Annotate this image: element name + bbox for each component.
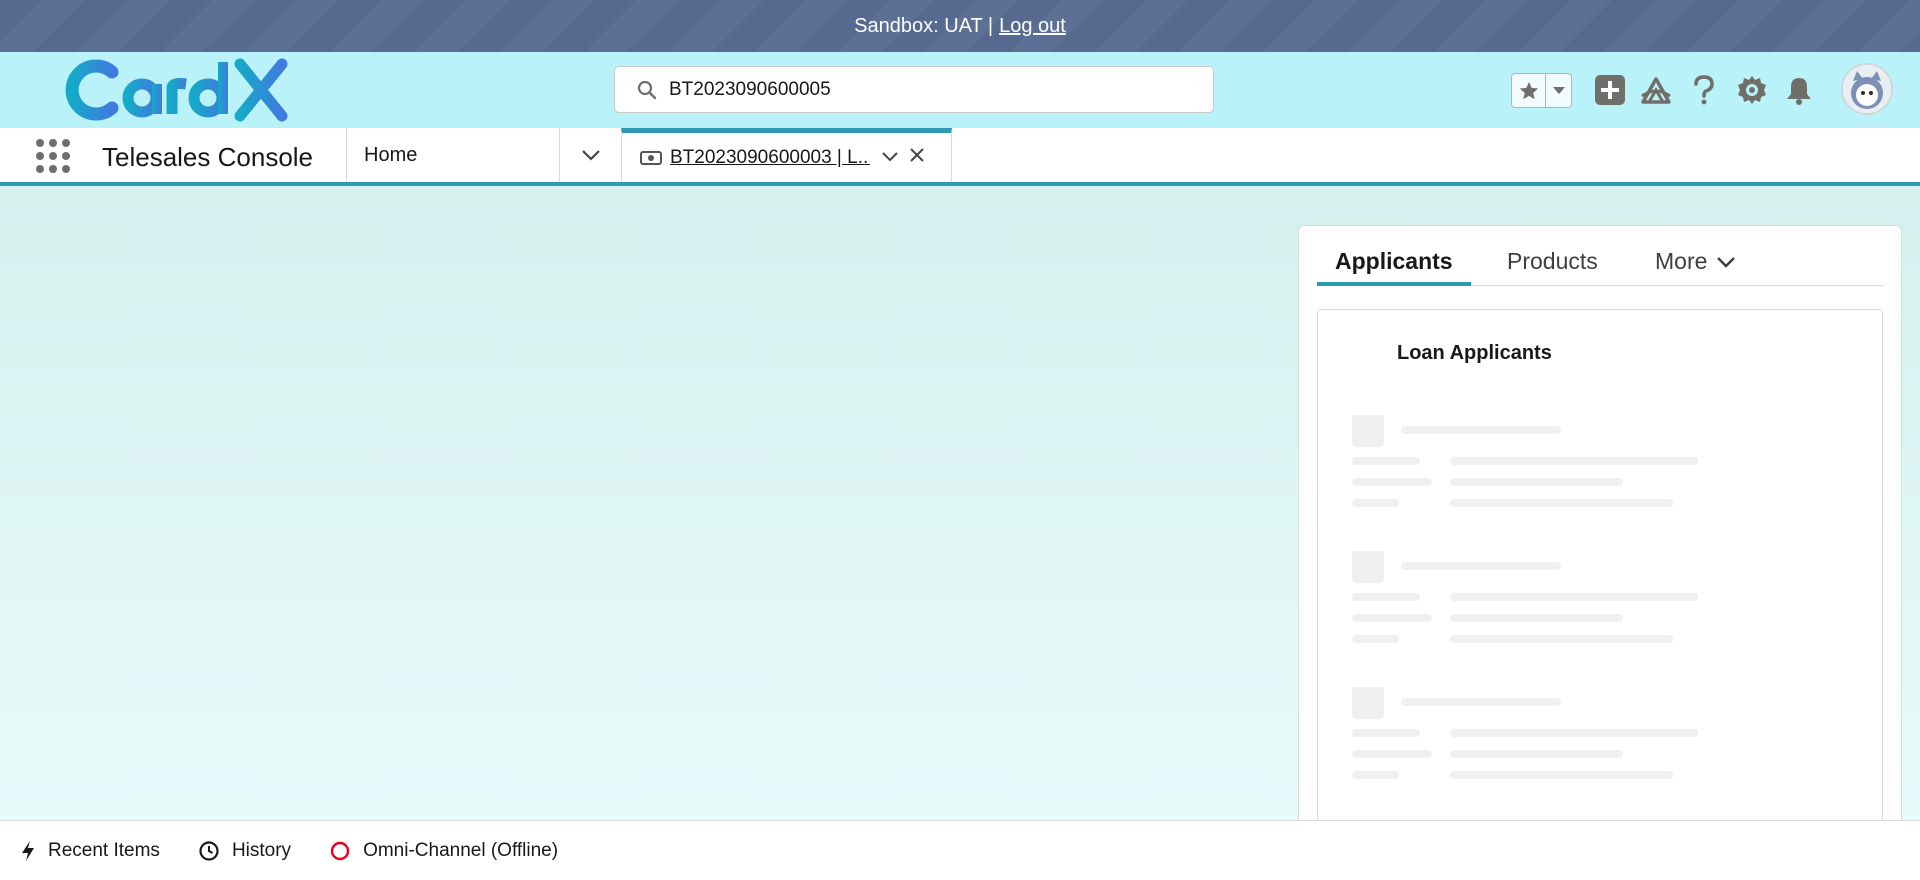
utility-bar: Recent Items History Omni-Channel (Offli… bbox=[0, 820, 1920, 880]
user-avatar[interactable] bbox=[1841, 63, 1893, 115]
app-launcher-icon[interactable] bbox=[36, 139, 70, 173]
utility-recent-items-label: Recent Items bbox=[48, 839, 160, 861]
search-input[interactable] bbox=[669, 78, 1169, 101]
tab-more-label: More bbox=[1655, 248, 1708, 274]
console-navigation-bar: Telesales Console Home BT2023090600003 |… bbox=[0, 128, 1920, 186]
tab-applicants[interactable]: Applicants bbox=[1317, 246, 1471, 286]
tab-products[interactable]: Products bbox=[1507, 246, 1598, 286]
main-content: Applicants Products More Loan Applicants bbox=[0, 186, 1920, 825]
loading-placeholder bbox=[1352, 551, 1772, 671]
search-icon bbox=[637, 80, 657, 99]
chevron-down-icon bbox=[582, 150, 600, 161]
workspace-tab-label[interactable]: BT2023090600003 | L... bbox=[670, 147, 870, 169]
global-actions-icon[interactable] bbox=[1592, 72, 1628, 108]
utility-omni-channel-label: Omni-Channel (Offline) bbox=[363, 839, 559, 861]
offline-status-icon bbox=[330, 841, 350, 860]
tab-more[interactable]: More bbox=[1655, 246, 1736, 286]
money-icon bbox=[640, 150, 662, 165]
favorites-star-icon[interactable] bbox=[1512, 74, 1546, 107]
chevron-down-icon bbox=[1717, 257, 1736, 268]
panel-tab-bar: Applicants Products More bbox=[1317, 246, 1883, 286]
sandbox-label: Sandbox: UAT | bbox=[854, 14, 994, 37]
loan-applicants-card: Loan Applicants bbox=[1317, 309, 1883, 824]
navigation-menu-button[interactable] bbox=[560, 128, 622, 182]
notifications-bell-icon[interactable] bbox=[1781, 72, 1817, 108]
global-search[interactable] bbox=[614, 66, 1214, 113]
lightning-icon bbox=[22, 840, 34, 861]
workspace-tab[interactable]: BT2023090600003 | L... bbox=[621, 128, 952, 182]
help-icon[interactable] bbox=[1686, 72, 1722, 108]
setup-gear-icon[interactable] bbox=[1734, 72, 1770, 108]
tab-actions-chevron-icon[interactable] bbox=[882, 149, 898, 167]
global-header bbox=[0, 52, 1920, 128]
utility-history[interactable]: History bbox=[198, 840, 291, 862]
favorites-group bbox=[1511, 73, 1572, 108]
related-panel: Applicants Products More Loan Applicants bbox=[1298, 225, 1902, 825]
close-tab-icon[interactable] bbox=[910, 148, 924, 167]
trailhead-icon[interactable] bbox=[1638, 72, 1674, 108]
clock-icon bbox=[199, 840, 219, 861]
utility-omni-channel[interactable]: Omni-Channel (Offline) bbox=[329, 840, 558, 862]
logout-link[interactable]: Log out bbox=[999, 15, 1066, 38]
sandbox-banner: Sandbox: UAT | Log out bbox=[0, 0, 1920, 52]
nav-item-home[interactable]: Home bbox=[346, 128, 560, 182]
app-name: Telesales Console bbox=[102, 142, 314, 172]
loading-placeholder bbox=[1352, 687, 1772, 807]
card-title: Loan Applicants bbox=[1397, 342, 1552, 364]
favorites-menu-icon[interactable] bbox=[1546, 74, 1571, 107]
cardx-logo[interactable] bbox=[60, 58, 290, 122]
utility-recent-items[interactable]: Recent Items bbox=[20, 840, 160, 862]
loading-placeholder bbox=[1352, 415, 1772, 535]
utility-history-label: History bbox=[231, 839, 292, 861]
